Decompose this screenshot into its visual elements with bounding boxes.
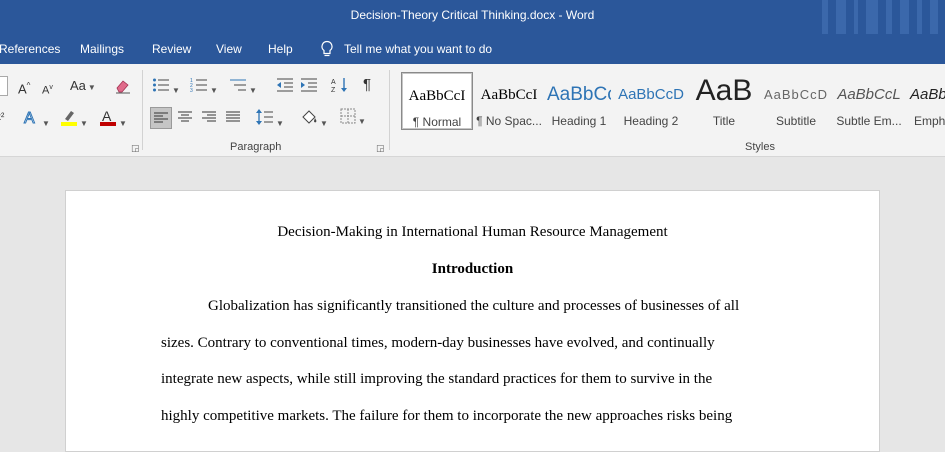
- shading-button[interactable]: ▼: [300, 108, 328, 132]
- style-no-spacing-sample: AaBbCcI: [480, 87, 538, 103]
- style-subtitle[interactable]: AaBbCcD Subtitle: [762, 72, 830, 128]
- superscript-button-edge[interactable]: x²: [0, 110, 4, 126]
- font-dialog-launcher-icon[interactable]: ◲: [131, 143, 140, 154]
- font-color-button[interactable]: A ▼: [99, 108, 127, 132]
- numbering-button[interactable]: 1 2 3 ▼: [190, 77, 218, 99]
- style-emphasis-sample: AaBb: [910, 86, 945, 103]
- style-normal-label: ¶ Normal: [412, 115, 462, 129]
- align-center-button[interactable]: [177, 109, 193, 129]
- style-heading-1[interactable]: AaBbCc Heading 1: [547, 72, 611, 128]
- style-subtle-emphasis[interactable]: AaBbCcL Subtle Em...: [834, 72, 904, 128]
- style-subtle-emphasis-label: Subtle Em...: [836, 114, 902, 128]
- sort-button[interactable]: AZ: [331, 76, 349, 98]
- style-no-spacing-label: ¶ No Spac...: [476, 114, 542, 128]
- numbered-list-icon: 123: [190, 78, 207, 94]
- style-no-spacing[interactable]: AaBbCcI ¶ No Spac...: [474, 72, 544, 128]
- lightbulb-icon: [321, 40, 333, 57]
- style-subtitle-label: Subtitle: [775, 114, 817, 128]
- style-title[interactable]: AaB Title: [689, 72, 759, 128]
- tab-references[interactable]: References: [0, 42, 60, 56]
- line-spacing-icon: [256, 109, 273, 125]
- highlighter-icon: [61, 111, 77, 126]
- svg-text:Z: Z: [331, 87, 336, 94]
- svg-text:3: 3: [190, 88, 193, 93]
- tab-view[interactable]: View: [216, 42, 242, 56]
- change-case-button[interactable]: Aa ▼: [70, 78, 96, 96]
- document-canvas[interactable]: Decision-Making in International Human R…: [0, 157, 945, 452]
- svg-text:A: A: [102, 108, 112, 124]
- style-title-label: Title: [712, 114, 736, 128]
- style-heading-1-label: Heading 1: [551, 114, 607, 128]
- align-left-button[interactable]: [150, 107, 172, 129]
- align-left-icon: [154, 112, 168, 123]
- line-spacing-button[interactable]: ▼: [256, 108, 284, 132]
- paint-bucket-icon: [302, 110, 317, 124]
- document-title: Decision-Making in International Human R…: [277, 224, 668, 240]
- justify-button[interactable]: [225, 109, 241, 129]
- justify-icon: [226, 111, 240, 122]
- style-normal-sample: AaBbCcI: [408, 88, 466, 104]
- style-subtle-emphasis-sample: AaBbCcL: [837, 86, 901, 103]
- borders-button[interactable]: ▼: [340, 108, 366, 130]
- increase-indent-icon: [301, 78, 317, 92]
- paragraph-line: Globalization has significantly transiti…: [208, 298, 740, 314]
- svg-text:A: A: [24, 110, 35, 126]
- style-emphasis-label: Emph: [914, 114, 945, 128]
- styles-group-label: Styles: [745, 141, 775, 153]
- shrink-font-button[interactable]: Av: [42, 80, 53, 99]
- paragraph-line: highly competitive markets. The failure …: [161, 408, 733, 424]
- font-color-icon: A: [100, 108, 116, 126]
- decrease-indent-button[interactable]: [276, 77, 294, 97]
- tab-mailings[interactable]: Mailings: [80, 42, 124, 56]
- style-heading-2-sample: AaBbCcD: [618, 86, 684, 103]
- text-effects-button[interactable]: A ▼: [22, 108, 50, 132]
- tell-me-search[interactable]: Tell me what you want to do: [320, 40, 492, 58]
- tell-me-label: Tell me what you want to do: [344, 42, 493, 56]
- clear-formatting-button[interactable]: [114, 77, 132, 99]
- increase-indent-button[interactable]: [300, 77, 318, 97]
- text-effects-icon: A: [24, 110, 36, 128]
- multilevel-list-button[interactable]: ▼: [229, 77, 257, 99]
- font-size-dropdown-edge[interactable]: [0, 76, 8, 96]
- eraser-icon: [116, 80, 130, 94]
- ribbon-tabs: References Mailings Review View Help Tel…: [0, 34, 945, 64]
- align-right-icon: [202, 111, 216, 122]
- ribbon-home: A^ Av Aa▼ x² A▼ ▼ A▼ ◲ ▼ 123▼ ▼ AZ ¶: [0, 64, 945, 157]
- decrease-indent-icon: [277, 78, 293, 92]
- tab-help[interactable]: Help: [268, 42, 293, 56]
- style-heading-2-label: Heading 2: [623, 114, 679, 128]
- style-heading-2[interactable]: AaBbCcD Heading 2: [618, 72, 684, 128]
- paragraph-line: integrate new aspects, while still impro…: [161, 371, 713, 387]
- style-title-sample: AaB: [695, 76, 753, 102]
- paragraph-line: sizes. Contrary to conventional times, m…: [161, 335, 715, 351]
- document-heading: Introduction: [431, 261, 514, 277]
- tab-review[interactable]: Review: [152, 42, 191, 56]
- svg-text:A: A: [331, 79, 336, 86]
- bullets-button[interactable]: ▼: [152, 77, 180, 99]
- align-right-button[interactable]: [201, 109, 217, 129]
- title-bar-pattern: [820, 0, 945, 34]
- style-heading-1-sample: AaBbCc: [547, 84, 611, 105]
- paragraph-dialog-launcher-icon[interactable]: ◲: [376, 143, 385, 154]
- borders-icon: [340, 108, 356, 124]
- style-emphasis[interactable]: AaBb Emph: [908, 72, 945, 128]
- style-normal[interactable]: AaBbCcI ¶ Normal: [401, 72, 473, 130]
- multilevel-list-icon: [230, 79, 246, 91]
- window-title: Decision-Theory Critical Thinking.docx -…: [350, 8, 595, 22]
- bullet-list-icon: [153, 78, 169, 92]
- show-formatting-marks-button[interactable]: ¶: [363, 77, 371, 93]
- highlight-color-button[interactable]: ▼: [60, 108, 88, 132]
- document-page[interactable]: Decision-Making in International Human R…: [65, 190, 880, 452]
- title-bar: Decision-Theory Critical Thinking.docx -…: [0, 0, 945, 34]
- grow-font-button[interactable]: A^: [18, 78, 30, 97]
- paragraph-group-label: Paragraph: [230, 141, 282, 153]
- sort-icon: AZ: [331, 78, 347, 94]
- align-center-icon: [178, 111, 192, 122]
- style-subtitle-sample: AaBbCcD: [763, 87, 829, 102]
